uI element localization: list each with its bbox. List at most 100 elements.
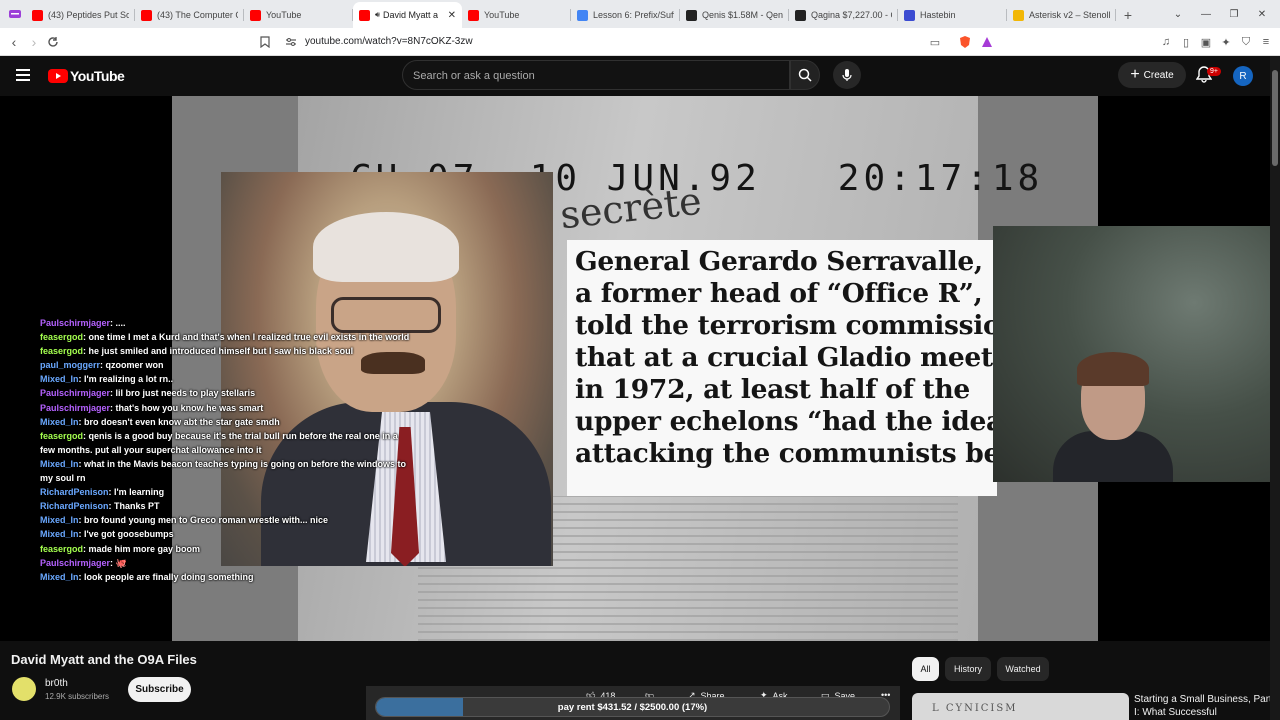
tab-groups-icon[interactable] — [4, 3, 26, 25]
thumbnail-text: L CYNICISM — [932, 703, 1018, 714]
wallet-icon[interactable]: ▣ — [1198, 34, 1214, 50]
chip-history[interactable]: History — [945, 657, 991, 681]
leo-ai-icon[interactable]: ✦ — [1218, 34, 1234, 50]
chat-username: feasergod — [40, 346, 84, 357]
chat-message: Mixed_In: bro found young men to Greco r… — [40, 513, 410, 527]
recommended-video-title[interactable]: Starting a Small Business, Part I: What … — [1134, 693, 1274, 719]
tab-audio-icon[interactable]: 🔊︎ — [375, 10, 380, 20]
chat-username: feasergod — [40, 430, 84, 441]
channel-name[interactable]: br0th — [45, 678, 68, 689]
hamburger-menu-icon[interactable] — [16, 69, 30, 81]
close-window-icon[interactable]: ✕ — [1248, 0, 1276, 28]
chat-message: Mixed_In: I'm realizing a lot rn.. — [40, 372, 410, 386]
chat-username: feasergod — [40, 332, 84, 343]
tab-favicon-icon — [795, 9, 806, 21]
chip-watched[interactable]: Watched — [997, 657, 1049, 681]
url-text[interactable]: youtube.com/watch?v=8N7cOKZ-3zw — [305, 36, 473, 47]
notification-count-badge: 9+ — [1207, 67, 1221, 76]
sidebar-icon[interactable]: ▯ — [1178, 34, 1194, 50]
recommended-video-thumbnail[interactable]: L CYNICISM — [912, 693, 1129, 720]
chat-username: paul_moggerr — [40, 360, 101, 371]
browser-tab-bar: (43) Peptides Put So (43) The Computer C Y… — [0, 0, 1280, 28]
chat-text: I'm learning — [114, 487, 165, 498]
voice-search-button[interactable] — [833, 61, 861, 89]
cast-icon[interactable]: ▭ — [927, 34, 943, 50]
browser-tab[interactable]: YouTube — [244, 2, 353, 28]
browser-tab[interactable]: YouTube — [462, 2, 571, 28]
back-icon[interactable]: ‹ — [4, 32, 24, 52]
reload-icon[interactable] — [43, 32, 63, 52]
quote-line: General Gerardo Serravalle, — [575, 246, 983, 277]
browser-tab[interactable]: Hastebin — [898, 2, 1007, 28]
bookmark-icon[interactable] — [257, 34, 273, 50]
browser-tab[interactable]: Qagina $7,227.00 - Q — [789, 2, 898, 28]
chat-message: feasergod: he just smiled and introduced… — [40, 344, 410, 358]
chat-username: Mixed_In — [40, 416, 79, 427]
tab-label: (43) Peptides Put So — [48, 10, 129, 20]
create-label: Create — [1143, 69, 1174, 81]
media-icon[interactable]: ♫ — [1158, 34, 1174, 50]
quote-line: a former head of “Office R”, — [575, 278, 983, 309]
chat-username: Paulschirmjager — [40, 557, 111, 568]
browser-tab[interactable]: Qenis $1.58M - Qenis — [680, 2, 789, 28]
browser-tab[interactable]: Lesson 6: Prefix/Suffix — [571, 2, 680, 28]
browser-tab[interactable]: (43) Peptides Put So — [26, 2, 135, 28]
tab-search-icon[interactable]: ⌄ — [1164, 0, 1192, 28]
subscriber-count: 12.9K subscribers — [45, 692, 110, 701]
microphone-icon — [842, 69, 852, 81]
account-avatar[interactable]: R — [1233, 66, 1253, 86]
scrollbar-thumb[interactable] — [1272, 70, 1278, 166]
search-input[interactable]: Search or ask a question — [402, 60, 790, 90]
chat-username: Paulschirmjager — [40, 402, 111, 413]
chat-username: Mixed_In — [40, 374, 79, 385]
tab-close-icon[interactable]: ✕ — [448, 10, 456, 21]
chat-text: what in the Mavis beacon teaches typing … — [40, 458, 407, 484]
chat-message: paul_moggerr: qzoomer won — [40, 358, 410, 372]
chat-message: RichardPenison: I'm learning — [40, 485, 410, 499]
tab-favicon-icon — [250, 9, 261, 21]
vpn-icon[interactable]: ⛉ — [1238, 34, 1254, 50]
chat-message: Paulschirmjager: that's how you know he … — [40, 401, 410, 415]
site-info-icon[interactable] — [283, 34, 299, 50]
chat-message: Mixed_In: look people are finally doing … — [40, 570, 410, 584]
menu-icon[interactable]: ≡ — [1258, 34, 1274, 50]
tab-favicon-icon — [904, 9, 915, 21]
forward-icon[interactable]: › — [24, 32, 44, 52]
new-tab-button[interactable]: + — [1116, 2, 1140, 28]
brave-shield-icon[interactable] — [957, 34, 973, 50]
subscribe-button[interactable]: Subscribe — [128, 677, 191, 702]
chat-message: Mixed_In: what in the Mavis beacon teach… — [40, 457, 410, 485]
brave-rewards-icon[interactable] — [979, 34, 995, 50]
video-player[interactable]: CH-07 10 JUN.92 20:17:18 secrète General… — [0, 96, 1270, 641]
chat-username: RichardPenison — [40, 501, 109, 512]
chat-message: Paulschirmjager: lil bro just needs to p… — [40, 386, 410, 400]
browser-tab[interactable]: 🔊︎ David Myatt a ✕ — [353, 2, 462, 28]
tab-label: YouTube — [266, 10, 302, 20]
maximize-icon[interactable]: ❐ — [1220, 0, 1248, 28]
page-scrollbar[interactable] — [1270, 56, 1280, 720]
tab-favicon-icon — [1013, 9, 1024, 21]
youtube-logo[interactable]: YouTube — [48, 68, 125, 84]
chat-text: one time I met a Kurd and that's when I … — [88, 332, 410, 343]
chip-all[interactable]: All — [912, 657, 939, 681]
chat-message: Mixed_In: bro doesn't even know abt the … — [40, 415, 410, 429]
streamer-webcam — [993, 226, 1270, 482]
chat-text: I'm realizing a lot rn.. — [84, 374, 174, 385]
chat-text: I've got goosebumps — [84, 529, 174, 540]
search-button[interactable] — [790, 60, 820, 90]
tab-label: Qagina $7,227.00 - Q — [811, 10, 892, 20]
chat-text: .... — [115, 318, 126, 328]
chat-message: Mixed_In: I've got goosebumps — [40, 527, 410, 541]
chat-text: lil bro just needs to play stellaris — [115, 388, 256, 399]
chat-message: Paulschirmjager: .... — [40, 316, 410, 330]
browser-tab[interactable]: (43) The Computer C — [135, 2, 244, 28]
tab-label: Lesson 6: Prefix/Suffix — [593, 10, 674, 20]
minimize-icon[interactable]: — — [1192, 0, 1220, 28]
create-button[interactable]: + Create — [1118, 62, 1186, 88]
browser-tab[interactable]: Asterisk v2 – Stenoll — [1007, 2, 1116, 28]
youtube-play-logo-icon — [48, 69, 68, 83]
chat-text: look people are finally doing something — [84, 571, 254, 582]
channel-avatar[interactable] — [12, 677, 36, 701]
quote-line: told the terrorism commission — [575, 310, 1020, 341]
chat-text: he just smiled and introduced himself bu… — [88, 346, 354, 357]
